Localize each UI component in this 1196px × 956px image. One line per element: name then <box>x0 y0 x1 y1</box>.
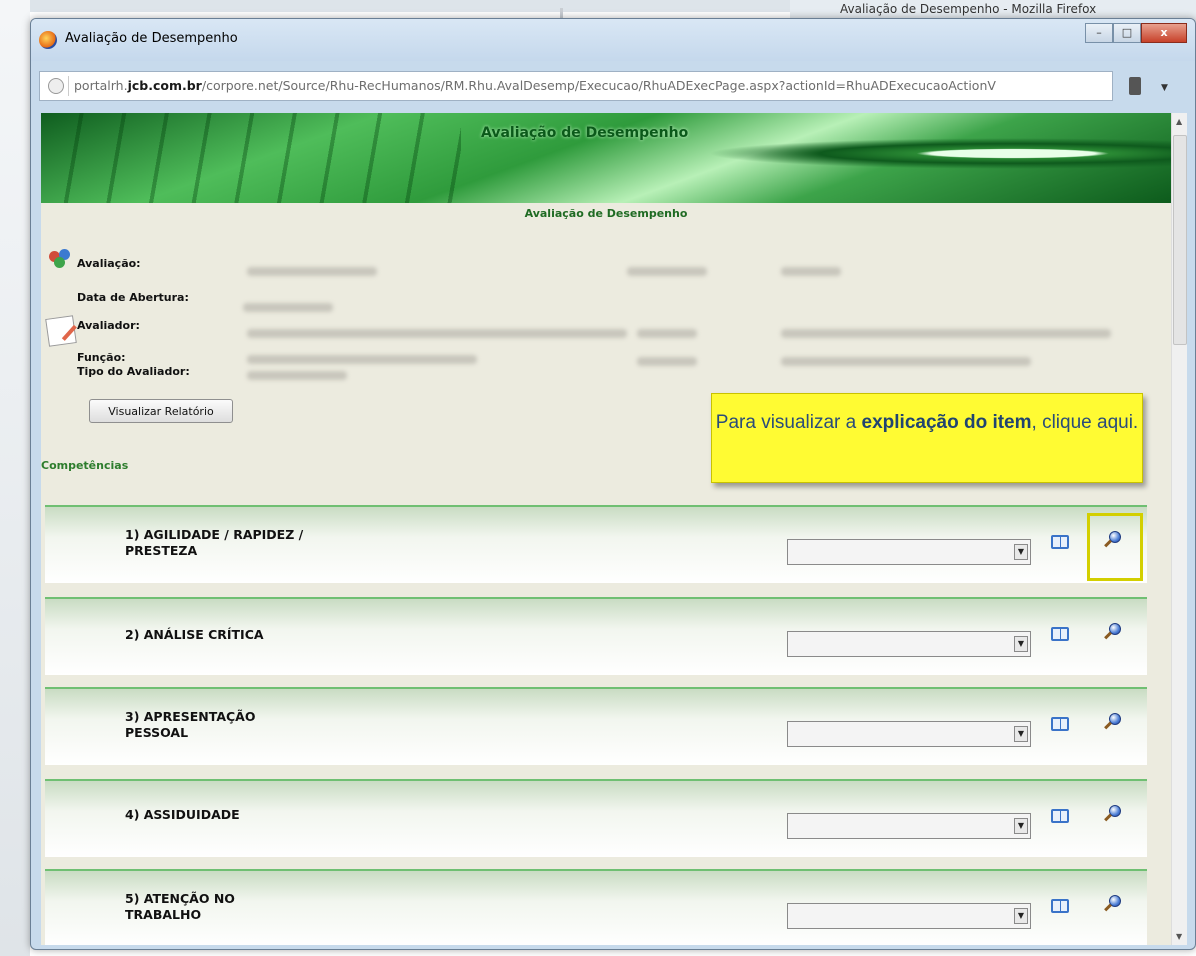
competency-row-1: 1) AGILIDADE / RAPIDEZ / PRESTEZA ▼ <box>45 505 1147 583</box>
blurred-value <box>243 303 333 312</box>
magnifier-icon[interactable] <box>1101 623 1123 645</box>
book-icon[interactable] <box>1051 627 1069 641</box>
book-icon[interactable] <box>1051 535 1069 549</box>
callout-text-2: , clique aqui. <box>1031 412 1139 433</box>
blurred-value <box>637 329 697 338</box>
blurred-value <box>247 355 477 364</box>
competency-row-5: 5) ATENÇÃO NO TRABALHO ▼ <box>45 869 1147 945</box>
popup-window: Avaliação de Desempenho – □ x portalrh.j… <box>30 18 1196 950</box>
competency-row-4: 4) ASSIDUIDADE ▼ <box>45 779 1147 857</box>
label-avaliador: Avaliador: <box>77 319 140 332</box>
close-button[interactable]: x <box>1141 23 1187 43</box>
blurred-value <box>247 371 347 380</box>
select-arrow-icon[interactable]: ▼ <box>1014 726 1028 742</box>
competency-score-select[interactable]: ▼ <box>787 631 1031 657</box>
book-icon[interactable] <box>1051 899 1069 913</box>
clipboard-icon[interactable] <box>1129 77 1141 95</box>
competency-name: 1) AGILIDADE / RAPIDEZ / PRESTEZA <box>125 527 304 558</box>
competency-score-select[interactable]: ▼ <box>787 903 1031 929</box>
blurred-value <box>781 267 841 276</box>
section-title-competencias: Competências <box>41 459 129 472</box>
desktop-left-strip <box>0 0 30 956</box>
address-separator <box>68 76 69 96</box>
site-identity-icon[interactable] <box>48 78 64 94</box>
vertical-scrollbar[interactable]: ▲ ▼ <box>1171 113 1187 945</box>
magnifier-icon[interactable] <box>1101 895 1123 917</box>
blurred-value <box>637 357 697 366</box>
label-avaliacao: Avaliação: <box>77 257 141 270</box>
banner-title: Avaliação de Desempenho <box>481 125 689 141</box>
blurred-value <box>627 267 707 276</box>
book-icon[interactable] <box>1051 809 1069 823</box>
page-heading: Avaliação de Desempenho <box>524 207 688 220</box>
competency-name: 5) ATENÇÃO NO TRABALHO <box>125 891 235 922</box>
blurred-value <box>781 329 1111 338</box>
scroll-up-icon[interactable]: ▲ <box>1176 117 1182 126</box>
book-icon[interactable] <box>1051 717 1069 731</box>
url-domain: jcb.com.br <box>127 78 202 93</box>
callout-bold-text: explicação do item <box>861 412 1032 433</box>
window-title: Avaliação de Desempenho <box>65 31 238 46</box>
view-report-button[interactable]: Visualizar Relatório <box>89 399 233 423</box>
url-path: /corpore.net/Source/Rhu-RecHumanos/RM.Rh… <box>201 78 996 93</box>
select-arrow-icon[interactable]: ▼ <box>1014 908 1028 924</box>
minimize-button[interactable]: – <box>1085 23 1113 43</box>
header-banner: Avaliação de Desempenho <box>41 113 1171 203</box>
blurred-value <box>247 267 377 276</box>
keyboard-graphic <box>41 113 461 203</box>
highlight-box <box>1087 513 1143 581</box>
competency-name: 4) ASSIDUIDADE <box>125 807 240 822</box>
chevron-down-icon[interactable]: ▼ <box>1161 83 1168 93</box>
users-icon <box>49 249 73 269</box>
select-arrow-icon[interactable]: ▼ <box>1014 818 1028 834</box>
label-tipo-avaliador: Tipo do Avaliador: <box>77 365 190 378</box>
tooltip-callout: Para visualizar a explicação do item, cl… <box>711 393 1143 483</box>
window-controls: – □ x <box>1085 23 1187 43</box>
scroll-down-icon[interactable]: ▼ <box>1176 932 1182 941</box>
select-arrow-icon[interactable]: ▼ <box>1014 544 1028 560</box>
magnifier-icon[interactable] <box>1101 713 1123 735</box>
competency-name: 2) ANÁLISE CRÍTICA <box>125 627 264 642</box>
label-funcao: Função: <box>77 351 126 364</box>
window-titlebar[interactable]: Avaliação de Desempenho – □ x <box>31 19 1195 61</box>
callout-text-1: Para visualizar a <box>715 412 862 433</box>
label-data-abertura: Data de Abertura: <box>77 291 189 304</box>
maximize-button[interactable]: □ <box>1113 23 1141 43</box>
url-prefix: portalrh. <box>74 78 128 93</box>
blurred-value <box>781 357 1031 366</box>
competency-row-2: 2) ANÁLISE CRÍTICA ▼ <box>45 597 1147 675</box>
competency-name: 3) APRESENTAÇÃO PESSOAL <box>125 709 256 740</box>
edit-document-icon <box>45 315 77 347</box>
competency-score-select[interactable]: ▼ <box>787 721 1031 747</box>
scroll-thumb[interactable] <box>1173 135 1187 345</box>
magnifier-icon[interactable] <box>1101 805 1123 827</box>
blurred-value <box>247 329 627 338</box>
page-content: Avaliação de Desempenho Avaliação de Des… <box>41 113 1171 945</box>
firefox-icon <box>39 31 57 49</box>
address-bar[interactable]: portalrh.jcb.com.br/corpore.net/Source/R… <box>39 71 1113 101</box>
competency-row-3: 3) APRESENTAÇÃO PESSOAL ▼ <box>45 687 1147 765</box>
competency-score-select[interactable]: ▼ <box>787 539 1031 565</box>
competency-score-select[interactable]: ▼ <box>787 813 1031 839</box>
select-arrow-icon[interactable]: ▼ <box>1014 636 1028 652</box>
